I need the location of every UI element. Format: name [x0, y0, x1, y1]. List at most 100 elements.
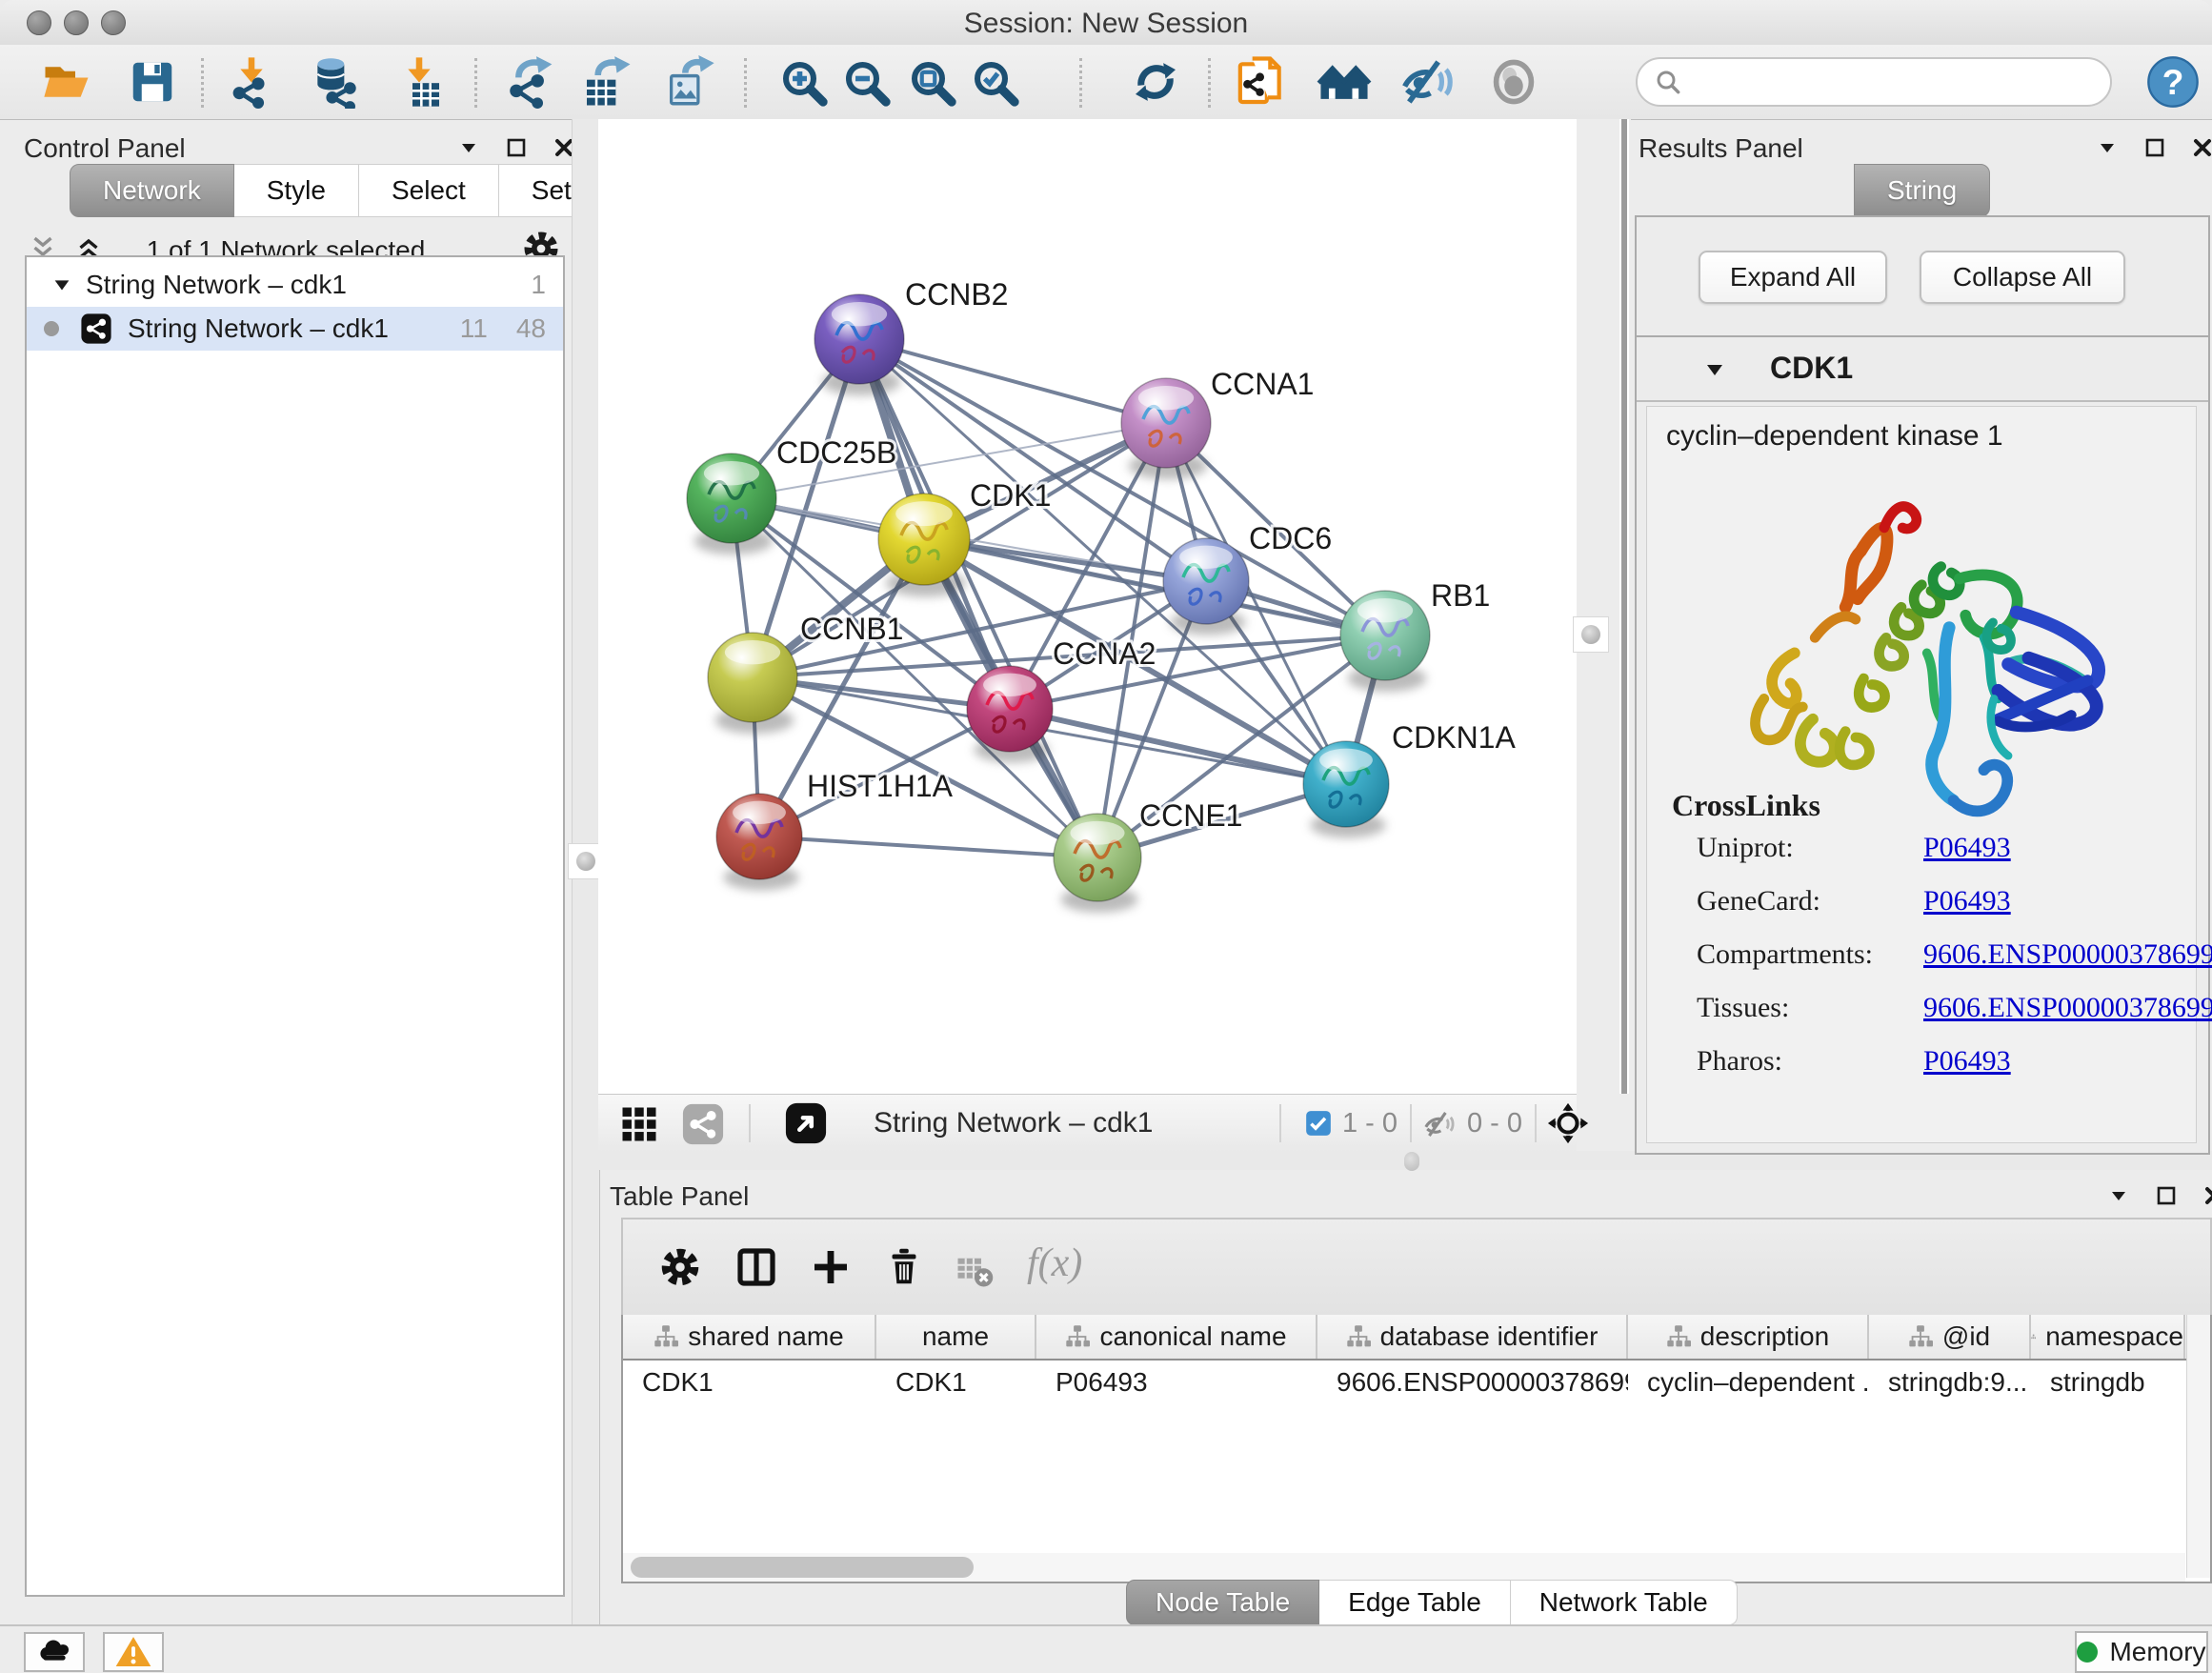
right-splitter[interactable] — [1577, 119, 1631, 1094]
zoom-fit-icon[interactable] — [904, 53, 959, 111]
table-v-scrollbar[interactable] — [2186, 1315, 2210, 1578]
network-canvas[interactable]: CCNB2CCNA1CDC25BCDK1CDC6RB1CCNB1CCNA2CDK… — [598, 119, 1577, 1094]
panel-float-icon[interactable] — [2143, 136, 2166, 159]
table-cell[interactable]: stringdb:9... — [1869, 1361, 2031, 1404]
window-title: Session: New Session — [0, 8, 2212, 40]
node-CCNB1[interactable] — [708, 633, 797, 734]
table-h-scrollbar[interactable] — [623, 1553, 2185, 1582]
zoom-in-icon[interactable] — [775, 53, 831, 111]
results-tab-string[interactable]: String — [1854, 164, 1990, 217]
toolbar-separator — [1208, 58, 1211, 108]
tree-expander-icon[interactable] — [51, 274, 72, 295]
hide-selected-icon[interactable] — [1399, 53, 1455, 111]
export-network-icon[interactable] — [502, 53, 557, 111]
collapse-all-button[interactable]: Collapse All — [1920, 251, 2125, 304]
crosslink-link[interactable]: P06493 — [1923, 885, 2011, 917]
network-graph[interactable]: CCNB2CCNA1CDC25BCDK1CDC6RB1CCNB1CCNA2CDK… — [598, 119, 1577, 1094]
crosslink-link[interactable]: 9606.ENSP00000378699 — [1923, 938, 2212, 971]
node-HIST1H1A[interactable] — [716, 794, 802, 891]
column-header-shared-name[interactable]: shared name — [623, 1315, 876, 1359]
node-label-CCNB1: CCNB1 — [800, 612, 903, 646]
import-network-from-file-icon[interactable] — [224, 53, 279, 111]
export-table-icon[interactable] — [579, 53, 634, 111]
cloud-status-button[interactable] — [24, 1632, 85, 1672]
tab-style[interactable]: Style — [234, 164, 359, 217]
node-CCNA2[interactable] — [967, 666, 1053, 763]
column-header-namespace[interactable]: namespace — [2031, 1315, 2185, 1359]
node-RB1[interactable] — [1340, 591, 1430, 692]
import-network-from-database-icon[interactable] — [308, 53, 363, 111]
help-icon[interactable]: ? — [2145, 53, 2201, 111]
panel-float-icon[interactable] — [2155, 1184, 2178, 1207]
table-cell[interactable]: 9606.ENSP00000378699 — [1317, 1361, 1628, 1404]
save-session-icon[interactable] — [125, 53, 180, 111]
navigate-crosshair-icon[interactable] — [1547, 1102, 1589, 1144]
memory-button[interactable]: Memory — [2075, 1631, 2208, 1673]
panel-menu-icon[interactable] — [2107, 1184, 2130, 1207]
grid-view-icon[interactable] — [619, 1104, 659, 1144]
export-image-icon[interactable] — [662, 53, 717, 111]
expand-all-button[interactable]: Expand All — [1699, 251, 1887, 304]
node-CDKN1A[interactable] — [1303, 741, 1389, 838]
table-h-scrollbar-thumb[interactable] — [631, 1557, 974, 1578]
zoom-selected-icon[interactable] — [967, 53, 1022, 111]
warning-status-button[interactable] — [103, 1632, 164, 1672]
open-in-window-icon[interactable] — [784, 1101, 828, 1145]
table-cell[interactable]: cyclin–dependent ... — [1628, 1361, 1869, 1404]
panel-float-icon[interactable] — [505, 136, 528, 159]
node-CDK1[interactable] — [878, 494, 970, 596]
node-CDC6[interactable] — [1163, 538, 1249, 635]
new-network-from-selection-icon[interactable] — [1234, 53, 1289, 111]
tab-node-table[interactable]: Node Table — [1126, 1580, 1319, 1625]
table-cell[interactable]: CDK1 — [623, 1361, 876, 1404]
table-row[interactable]: CDK1CDK1P064939606.ENSP00000378699cyclin… — [623, 1361, 2210, 1404]
import-table-from-file-icon[interactable] — [392, 53, 447, 111]
refresh-icon[interactable] — [1128, 53, 1183, 111]
tab-network[interactable]: Network — [70, 164, 234, 217]
tab-edge-table[interactable]: Edge Table — [1319, 1580, 1511, 1625]
protein-header-row[interactable]: CDK1 — [1637, 337, 2208, 402]
edge-HIST1H1A-CCNE1[interactable] — [759, 836, 1097, 857]
network-collection-row[interactable]: String Network – cdk1 1 — [27, 257, 563, 307]
column-header--id[interactable]: @id — [1869, 1315, 2031, 1359]
crosslink-link[interactable]: P06493 — [1923, 1045, 2011, 1078]
table-cell[interactable]: CDK1 — [876, 1361, 1036, 1404]
crosslink-link[interactable]: P06493 — [1923, 832, 2011, 864]
table-settings-gear-icon[interactable] — [659, 1246, 701, 1288]
network-overview-icon[interactable] — [681, 1102, 725, 1146]
first-neighbors-icon[interactable] — [1317, 53, 1372, 111]
panel-close-icon[interactable] — [2191, 136, 2212, 159]
title-bar: Session: New Session — [0, 0, 2212, 46]
show-all-icon[interactable] — [1486, 53, 1541, 111]
protein-expander-icon[interactable] — [1703, 358, 1726, 381]
table-cell[interactable]: stringdb — [2031, 1361, 2185, 1404]
column-header-description[interactable]: description — [1628, 1315, 1869, 1359]
panel-menu-icon[interactable] — [457, 136, 480, 159]
open-session-icon[interactable] — [39, 53, 94, 111]
right-splitter-handle[interactable] — [1573, 616, 1609, 653]
table-cell[interactable]: P06493 — [1036, 1361, 1317, 1404]
show-columns-icon[interactable] — [734, 1244, 779, 1290]
node-label-CCNE1: CCNE1 — [1139, 798, 1242, 833]
node-CCNE1[interactable] — [1054, 814, 1141, 913]
panel-close-icon[interactable] — [2202, 1184, 2212, 1207]
node-CCNA1[interactable] — [1121, 378, 1211, 479]
selected-checkbox-icon[interactable] — [1305, 1110, 1332, 1137]
tab-select[interactable]: Select — [359, 164, 499, 217]
node-CCNB2[interactable] — [814, 294, 904, 395]
tab-network-table[interactable]: Network Table — [1511, 1580, 1738, 1625]
add-column-icon[interactable] — [808, 1244, 854, 1290]
panel-menu-icon[interactable] — [2096, 136, 2119, 159]
delete-column-icon[interactable] — [882, 1244, 926, 1288]
search-input[interactable] — [1683, 67, 2087, 98]
footer-separator — [1410, 1104, 1412, 1142]
protein-description: cyclin–dependent kinase 1 — [1666, 420, 2003, 453]
column-header-database-identifier[interactable]: database identifier — [1317, 1315, 1628, 1359]
crosslink-link[interactable]: 9606.ENSP00000378699 — [1923, 992, 2212, 1024]
column-header-canonical-name[interactable]: canonical name — [1036, 1315, 1317, 1359]
node-CDC25B[interactable] — [687, 454, 776, 554]
column-header-name[interactable]: name — [876, 1315, 1036, 1359]
horizontal-splitter-handle[interactable] — [1404, 1152, 1419, 1171]
zoom-out-icon[interactable] — [838, 53, 894, 111]
network-row-selected[interactable]: String Network – cdk1 11 48 — [27, 307, 563, 351]
